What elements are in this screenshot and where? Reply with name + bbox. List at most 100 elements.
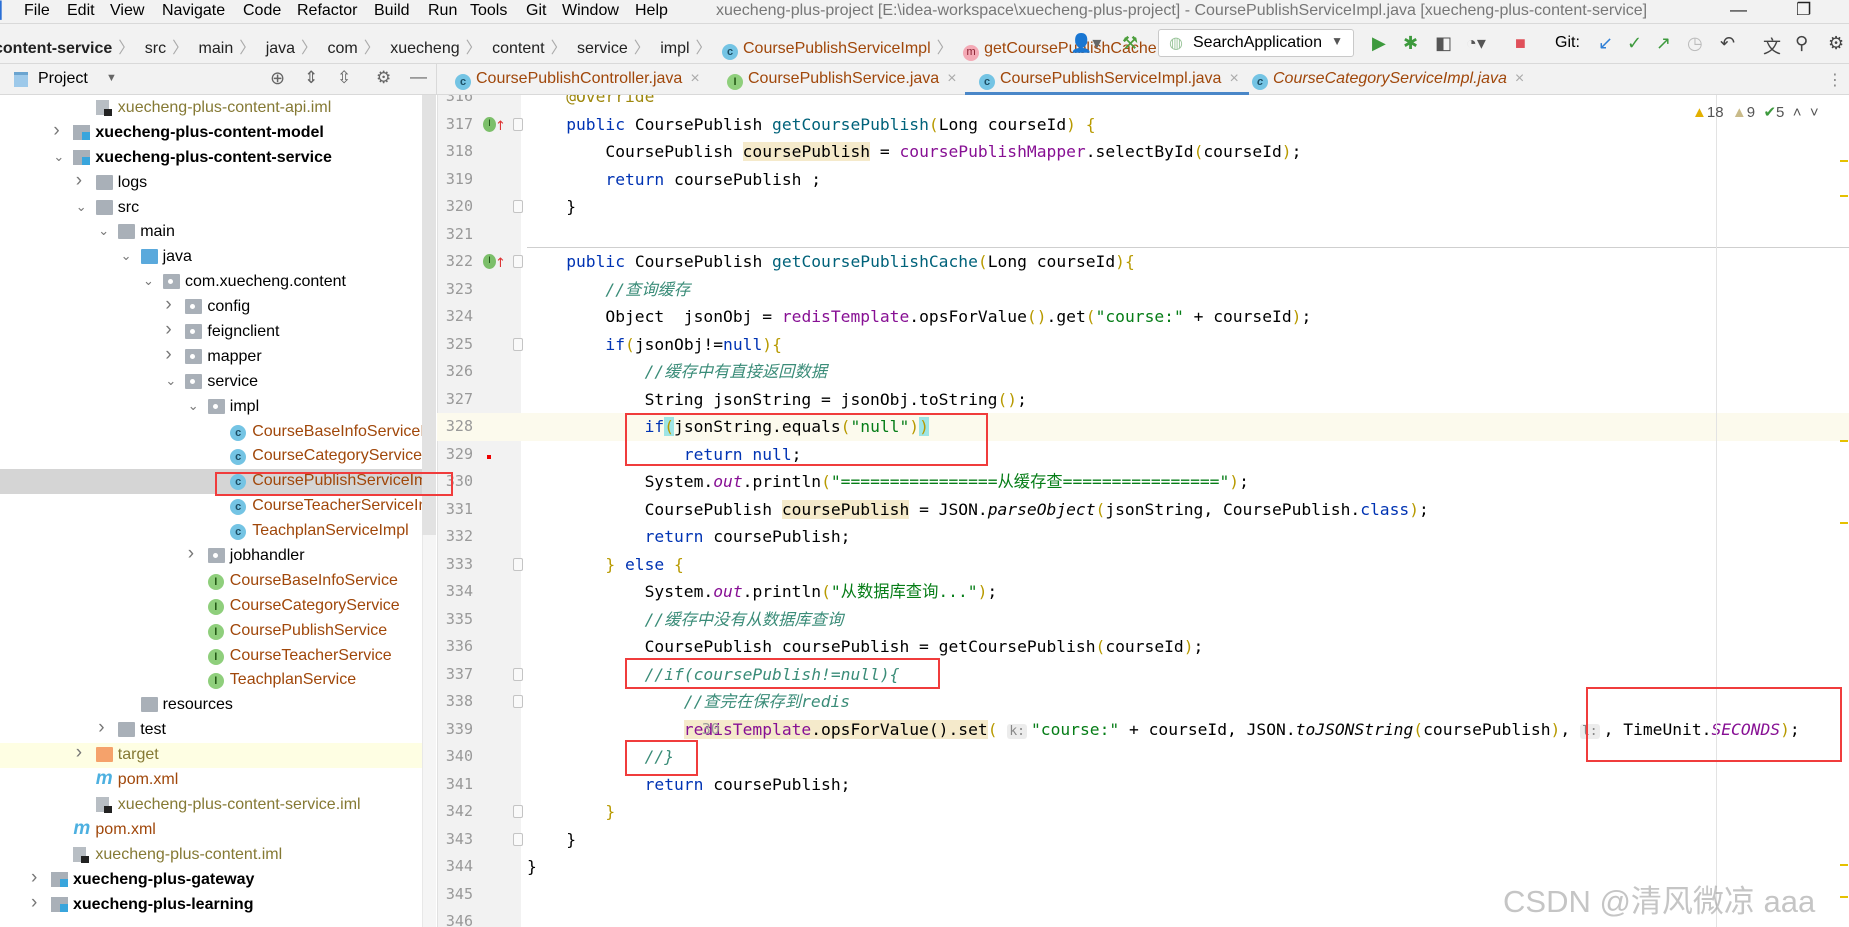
chevron-right-icon[interactable]: › (165, 344, 171, 366)
user-icon[interactable]: 👤▾ (1070, 33, 1101, 54)
fold-marker-icon[interactable] (513, 255, 523, 268)
tree-item[interactable]: › test (0, 717, 422, 743)
code-line[interactable]: 322 I ↑ public CoursePublish getCoursePubli… (437, 248, 1849, 276)
tree-item[interactable]: c CourseTeacherServiceImpl (0, 494, 422, 519)
more-tabs-icon[interactable]: ⋮ (1827, 70, 1843, 90)
code-line[interactable]: 320} (437, 193, 1849, 221)
code-editor[interactable]: 316 @Override 317 I ↑ public CoursePublish ge… (437, 95, 1849, 927)
profiler-icon[interactable]: ◔▾ (1466, 33, 1486, 54)
chevron-right-icon[interactable]: › (31, 867, 37, 889)
translate-icon[interactable]: 文 (1763, 33, 1781, 59)
code-line[interactable]: 333} else { (437, 551, 1849, 579)
git-update-icon[interactable]: ↙ (1598, 33, 1613, 54)
search-icon[interactable]: ⚲ (1795, 33, 1808, 54)
tree-item[interactable]: m pom.xml (0, 818, 422, 843)
tree-item[interactable]: ⌄ java (0, 245, 422, 270)
code-line[interactable]: 331 CoursePublish coursePublish = JSON.pa… (437, 496, 1849, 524)
code-line[interactable]: 319 return coursePublish ; (437, 166, 1849, 194)
locate-icon[interactable]: ⊕ (270, 68, 285, 89)
fold-marker-icon[interactable] (513, 805, 523, 818)
fold-marker-icon[interactable] (513, 337, 523, 351)
code-line[interactable]: 343} (437, 826, 1849, 854)
tree-item[interactable]: I CourseTeacherService (0, 644, 422, 669)
gear-icon[interactable]: ⚙ (376, 68, 391, 88)
tree-item[interactable]: xuecheng-plus-content-api.iml (0, 96, 422, 121)
tab-course-publish-service-impl[interactable]: c CoursePublishServiceImpl.java × (965, 64, 1249, 95)
tree-item[interactable]: c TeachplanServiceImpl (0, 519, 422, 544)
close-icon[interactable]: × (947, 70, 956, 87)
debug-icon[interactable]: ✱ (1403, 33, 1418, 54)
tree-item[interactable]: › jobhandler (0, 543, 422, 569)
tree-item[interactable]: I CourseCategoryService (0, 594, 422, 619)
project-panel-title[interactable]: Project (38, 70, 88, 88)
menu-git[interactable]: Git (526, 2, 546, 20)
tree-item[interactable]: c CourseCategoryServiceImpl (0, 444, 422, 469)
breadcrumb-item[interactable]: service (577, 40, 628, 57)
code-line[interactable]: 316 @Override (437, 95, 1849, 111)
git-commit-icon[interactable]: ✓ (1627, 33, 1642, 54)
run-configuration-select[interactable]: ◍ SearchApplication ▼ (1158, 29, 1354, 57)
tree-item[interactable]: › target (0, 742, 422, 769)
error-stripe-mark[interactable] (1840, 864, 1848, 866)
git-push-icon[interactable]: ↗ (1656, 33, 1671, 54)
code-line[interactable]: 318 CoursePublish coursePublish = courseP… (437, 138, 1849, 166)
tree-item[interactable]: › mapper (0, 344, 422, 370)
stop-icon[interactable]: ■ (1515, 33, 1526, 54)
restore-button[interactable]: ❐ (1796, 0, 1811, 20)
tree-item[interactable]: ⌄ main (0, 220, 422, 245)
chevron-down-icon[interactable]: ▼ (106, 72, 117, 84)
code-line[interactable]: 325 if(jsonObj!=null){ (437, 331, 1849, 359)
code-line[interactable]: 324 Object jsonObj = redisTemplate.opsFor… (437, 303, 1849, 331)
tree-item[interactable]: I CourseBaseInfoService (0, 569, 422, 594)
code-line[interactable]: 327 String jsonString = jsonObj.toString(… (437, 386, 1849, 414)
tree-item[interactable]: I TeachplanService (0, 668, 422, 693)
breadcrumb-item[interactable]: java (266, 40, 295, 57)
tree-item[interactable]: ⌄ xuecheng-plus-content-service (0, 146, 422, 171)
menu-file[interactable]: File (24, 2, 50, 20)
chevron-down-icon[interactable]: ⌄ (165, 373, 176, 389)
code-line[interactable]: 332 return coursePublish; (437, 523, 1849, 551)
fold-marker-icon[interactable] (513, 695, 523, 708)
history-icon[interactable]: ◷ (1687, 33, 1703, 54)
close-icon[interactable]: × (1515, 70, 1524, 87)
tree-item[interactable]: › feignclient (0, 319, 422, 345)
tree-item[interactable]: xuecheng-plus-content.iml (0, 843, 422, 868)
menu-navigate[interactable]: Navigate (162, 2, 225, 20)
chevron-down-icon[interactable]: ⌄ (53, 149, 64, 165)
tree-item[interactable]: › xuecheng-plus-gateway (0, 867, 422, 893)
tab-course-category-service-impl[interactable]: c CourseCategoryServiceImpl.java × (1252, 64, 1524, 95)
code-line[interactable]: 321 (437, 221, 1849, 249)
chevron-right-icon[interactable]: › (165, 294, 171, 316)
error-stripe-mark[interactable] (1840, 195, 1848, 197)
close-icon[interactable]: × (1229, 70, 1238, 87)
chevron-down-icon[interactable]: ⌄ (76, 199, 87, 215)
error-stripe-mark[interactable] (1840, 440, 1848, 442)
breadcrumb-item[interactable]: xuecheng (390, 40, 459, 57)
menu-refactor[interactable]: Refactor (297, 2, 357, 20)
tree-item[interactable]: c CourseBaseInfoServiceImpl (0, 420, 422, 445)
chevron-right-icon[interactable]: › (188, 543, 194, 565)
chevron-right-icon[interactable]: › (165, 319, 171, 341)
next-highlight-icon[interactable]: ˅ (1810, 104, 1819, 121)
hide-panel-icon[interactable]: — (410, 67, 427, 87)
code-line[interactable]: 342} (437, 798, 1849, 826)
chevron-right-icon[interactable]: › (31, 892, 37, 914)
fold-marker-icon[interactable] (513, 557, 523, 571)
coverage-icon[interactable]: ◧ (1435, 33, 1452, 54)
tree-item[interactable]: ⌄ com.xuecheng.content (0, 270, 422, 295)
menu-run[interactable]: Run (428, 2, 457, 20)
menu-tools[interactable]: Tools (470, 2, 507, 20)
menu-build[interactable]: Build (374, 2, 410, 20)
code-line[interactable]: 317 I ↑ public CoursePublish getCoursePubli… (437, 111, 1849, 139)
tree-item[interactable]: ⌄ src (0, 196, 422, 221)
chevron-right-icon[interactable]: › (76, 742, 82, 764)
breadcrumb-item[interactable]: impl (660, 40, 689, 57)
chevron-down-icon[interactable]: ⌄ (98, 223, 109, 239)
menu-edit[interactable]: Edit (67, 2, 95, 20)
menu-code[interactable]: Code (243, 2, 281, 20)
breadcrumb-module[interactable]: content-service (0, 40, 112, 57)
fold-marker-icon[interactable] (513, 200, 523, 213)
expand-all-icon[interactable]: ⇕ (304, 68, 318, 88)
tree-item[interactable]: xuecheng-plus-content-service.iml (0, 793, 422, 818)
error-stripe-mark[interactable] (1840, 160, 1848, 162)
